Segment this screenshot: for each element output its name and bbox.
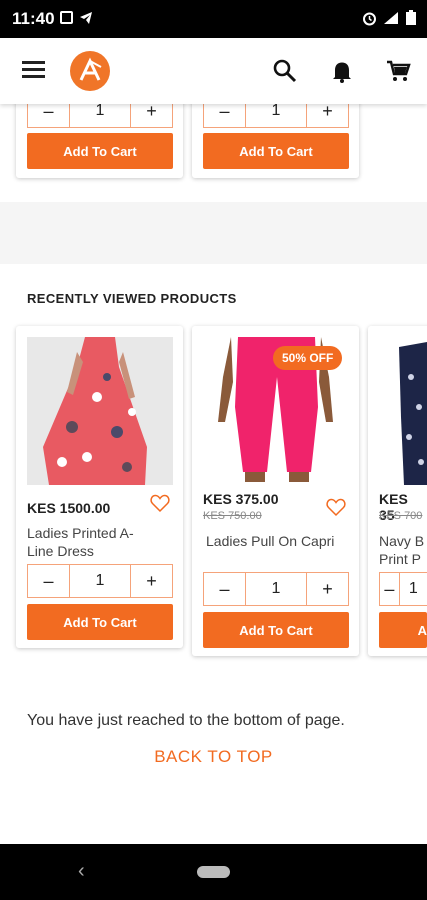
qty-input[interactable]: 1 [246, 572, 306, 606]
brand-logo[interactable] [70, 51, 110, 91]
qty-increment-button[interactable]: + [130, 564, 173, 598]
cart-icon[interactable] [385, 58, 411, 84]
qty-input[interactable]: 1 [246, 104, 306, 128]
bell-icon[interactable] [329, 58, 355, 84]
page-content: – 1 + Add To Cart – 1 + – 1 + Add To Car… [0, 104, 427, 844]
qty-input[interactable]: 1 [70, 564, 130, 598]
qty-decrement-button[interactable]: – [27, 564, 70, 598]
status-time: 11:40 [12, 9, 55, 28]
add-to-cart-button[interactable]: A [379, 612, 427, 648]
add-to-cart-button[interactable]: Add To Cart [203, 133, 349, 169]
back-to-top-link[interactable]: BACK TO TOP [0, 747, 427, 767]
back-icon[interactable]: ‹ [78, 860, 85, 883]
discount-badge: 50% OFF [273, 346, 343, 370]
product-name[interactable]: Ladies Pull On Capri [206, 532, 351, 550]
section-divider [0, 202, 427, 264]
add-to-cart-button[interactable]: Add To Cart [27, 604, 173, 640]
qty-decrement-button[interactable]: – [379, 572, 400, 606]
qty-decrement-button[interactable]: – [27, 104, 70, 128]
product-image[interactable] [27, 337, 173, 485]
qty-input[interactable]: 1 [399, 572, 427, 606]
end-of-page-text: You have just reached to the bottom of p… [27, 712, 345, 729]
heart-icon[interactable] [150, 493, 170, 513]
product-image[interactable] [379, 337, 427, 485]
qty-increment-button[interactable]: + [306, 104, 349, 128]
telegram-icon [80, 12, 92, 24]
qty-increment-button[interactable]: + [306, 572, 349, 606]
qty-decrement-button[interactable]: – [203, 572, 246, 606]
gallery-icon [60, 11, 73, 24]
status-bar: 11:40 [0, 0, 427, 38]
menu-icon[interactable] [22, 61, 45, 79]
section-title: RECENTLY VIEWED PRODUCTS [27, 291, 237, 306]
qty-decrement-button[interactable]: – [203, 104, 246, 128]
app-header [0, 38, 427, 104]
battery-icon [406, 10, 416, 25]
product-old-price: KES 700 [379, 510, 423, 522]
system-nav-bar: ‹ [0, 844, 427, 900]
search-icon[interactable] [272, 58, 298, 84]
heart-icon[interactable] [326, 497, 346, 517]
alarm-icon [363, 12, 376, 25]
home-pill-icon[interactable] [197, 866, 230, 878]
product-price: KES 1500.00 [27, 500, 111, 516]
signal-icon [384, 12, 398, 24]
product-name[interactable]: Navy B Print P [379, 532, 427, 568]
product-price: KES 375.00 [203, 491, 279, 507]
product-name[interactable]: Ladies Printed A-Line Dress [27, 524, 157, 560]
add-to-cart-button[interactable]: Add To Cart [27, 133, 173, 169]
add-to-cart-button[interactable]: Add To Cart [203, 612, 349, 648]
product-old-price: KES 750.00 [203, 510, 262, 522]
qty-input[interactable]: 1 [70, 104, 130, 128]
qty-increment-button[interactable]: + [130, 104, 173, 128]
